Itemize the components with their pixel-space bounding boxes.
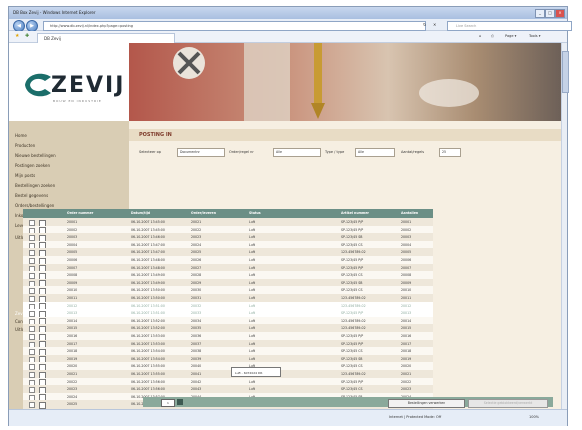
- web-page: ZEVIJ BOUW EN INDUSTRIE Home Producten N…: [9, 43, 561, 409]
- nav-item-orders[interactable]: Orders/bestellingen: [15, 203, 54, 208]
- print-icon[interactable]: ⎙: [491, 34, 494, 38]
- filter-label: Order/regel nr: [229, 150, 254, 154]
- favorites-star-icon[interactable]: ★: [15, 33, 19, 39]
- home-icon[interactable]: ⌂: [479, 34, 481, 38]
- maximize-button[interactable]: □: [545, 9, 555, 18]
- logo-text: ZEVIJ: [51, 73, 126, 98]
- browser-window: DB Box Zevij - Windows Internet Explorer…: [8, 6, 572, 426]
- column-header[interactable]: Artikel nummer: [341, 209, 369, 218]
- table-footer: 1 Bestellingen verwerken Selectie geblok…: [143, 397, 553, 408]
- column-header[interactable]: Datum/tijd: [131, 209, 150, 218]
- status-bar: Internet | Protected Mode: Off 100%: [9, 409, 567, 426]
- nav-item-bestel-gegevens[interactable]: Bestel gegevens: [15, 193, 48, 198]
- banner-image: [173, 43, 479, 121]
- nav-item-producten[interactable]: Producten: [15, 143, 35, 148]
- window-title: DB Box Zevij - Windows Internet Explorer: [13, 10, 96, 15]
- nav-item-nieuwe-bestellingen[interactable]: Nieuwe bestellingen: [15, 153, 56, 158]
- close-button[interactable]: ×: [555, 9, 565, 18]
- header-banner: [129, 43, 561, 121]
- search-input[interactable]: Live Search: [447, 21, 572, 31]
- filter-label: Selecteer op: [139, 150, 162, 154]
- page-title-bar: POSTING IN: [129, 129, 561, 141]
- nav-item-bestellingen[interactable]: Bestellingen zoeken: [15, 183, 55, 188]
- page-menu[interactable]: Page ▾: [505, 34, 516, 38]
- favorites-bar: ★ ✚ DB Zevij ⌂ ⎙ Page ▾ Tools ▾: [9, 31, 567, 43]
- tooltip: Luft - 6072024 DR: [231, 367, 281, 377]
- filter-label: Type / type: [325, 150, 345, 154]
- column-header[interactable]: Status: [249, 209, 261, 218]
- next-page-button[interactable]: [177, 399, 183, 405]
- page-title: POSTING IN: [139, 132, 172, 138]
- add-favorite-icon[interactable]: ✚: [25, 33, 29, 39]
- filter-select[interactable]: Alle: [273, 148, 321, 157]
- vertical-scrollbar[interactable]: [561, 43, 569, 409]
- row-checkbox[interactable]: [29, 402, 35, 409]
- title-bar: DB Box Zevij - Windows Internet Explorer…: [9, 7, 567, 19]
- refresh-icon[interactable]: ↻: [423, 22, 426, 27]
- zoom-level[interactable]: 100%: [529, 415, 539, 419]
- stop-icon[interactable]: ✕: [433, 22, 436, 27]
- tab-dbzevij[interactable]: DB Zevij: [37, 33, 175, 43]
- filter-select[interactable]: Documentnr: [177, 148, 225, 157]
- filter-select[interactable]: 25: [439, 148, 461, 157]
- url-field[interactable]: http://www.db.zevij.nl/index.php?page=po…: [43, 21, 426, 31]
- column-header[interactable]: Order/leveren: [191, 209, 216, 218]
- address-bar: ◀ ▶ http://www.db.zevij.nl/index.php?pag…: [9, 19, 572, 32]
- logo-mark-icon: [25, 73, 51, 97]
- filter-label: Aantal/regels: [401, 150, 425, 154]
- nav-item-postingen[interactable]: Postingen zoeken: [15, 163, 50, 168]
- table-cell: 20025: [67, 402, 78, 407]
- selection-blocked-button[interactable]: Selectie geblokkeerd/verwerkt: [468, 398, 548, 408]
- nav-item-mijn-posts[interactable]: Mijn posts: [15, 173, 35, 178]
- column-header[interactable]: Order nummer: [67, 209, 93, 218]
- nav-item-home[interactable]: Home: [15, 133, 27, 138]
- filter-select[interactable]: Alle: [355, 148, 395, 157]
- document-icon[interactable]: [39, 401, 46, 409]
- minimize-button[interactable]: _: [535, 9, 545, 18]
- logo-tagline: BOUW EN INDUSTRIE: [53, 99, 102, 103]
- logo-area: ZEVIJ BOUW EN INDUSTRIE: [9, 43, 129, 121]
- process-orders-button[interactable]: Bestellingen verwerken: [388, 398, 465, 408]
- security-zone: Internet | Protected Mode: Off: [389, 415, 442, 419]
- column-header[interactable]: Aantallen: [401, 209, 418, 218]
- scroll-thumb[interactable]: [562, 51, 569, 93]
- tools-menu[interactable]: Tools ▾: [529, 34, 541, 38]
- page-number-field[interactable]: 1: [161, 399, 175, 407]
- tab-label: DB Zevij: [44, 36, 61, 41]
